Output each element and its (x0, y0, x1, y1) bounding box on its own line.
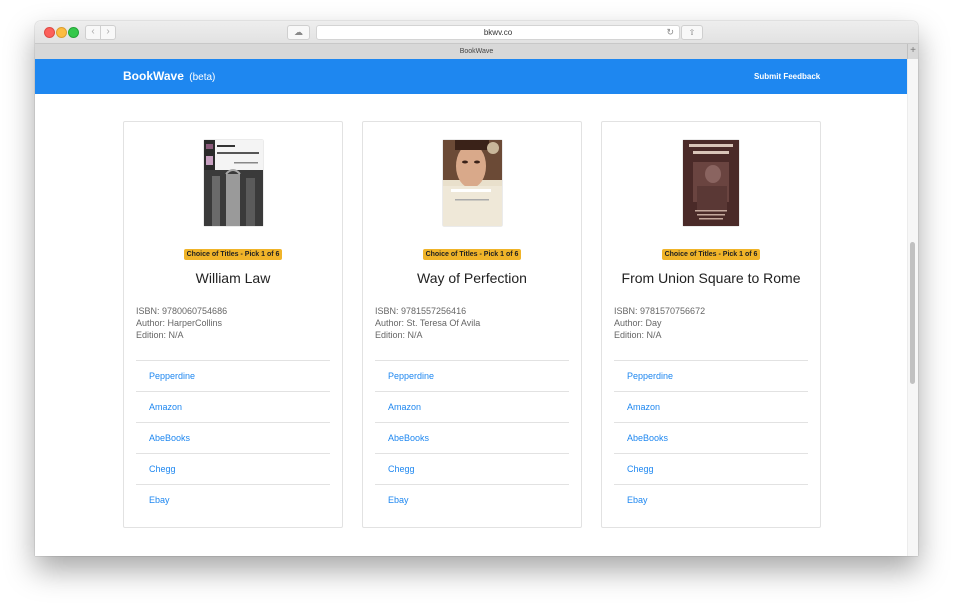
address-bar[interactable]: bkwv.co ↻ (316, 25, 680, 40)
app-header: BookWave (beta) Submit Feedback (35, 59, 908, 94)
tab-title[interactable]: BookWave (460, 48, 494, 55)
main-content: Choice of Titles - Pick 1 of 6 William L… (35, 94, 908, 556)
link-abebooks[interactable]: AbeBooks (136, 422, 330, 453)
status-badge: Choice of Titles - Pick 1 of 6 (124, 243, 342, 261)
plus-icon: + (910, 45, 916, 56)
book-edition: Edition: N/A (375, 330, 423, 340)
book-isbn: ISBN: 9780060754686 (136, 306, 228, 316)
brand-suffix: (beta) (189, 72, 216, 83)
link-ebay[interactable]: Ebay (136, 484, 330, 515)
book-cover-image (443, 140, 502, 226)
book-cover-image (683, 140, 739, 226)
book-details: ISBN: 9781570756672 Author: Day Edition:… (614, 305, 808, 341)
minimize-window-button[interactable] (56, 27, 67, 38)
url-text: bkwv.co (483, 28, 513, 37)
tab-bar: BookWave + (35, 43, 918, 60)
cloud-icon: ☁ (294, 27, 303, 37)
browser-window: ‹ › ☁ bkwv.co ↻ ⇧ BookWave + BookWave (b… (35, 21, 918, 556)
book-author: Author: HarperCollins (136, 318, 223, 328)
page-scrollbar[interactable] (907, 59, 918, 556)
submit-feedback-link[interactable]: Submit Feedback (754, 72, 820, 81)
book-isbn: ISBN: 9781570756672 (614, 306, 706, 316)
brand-name: BookWave (123, 69, 184, 83)
link-abebooks[interactable]: AbeBooks (375, 422, 569, 453)
book-details: ISBN: 9780060754686 Author: HarperCollin… (136, 305, 330, 341)
book-edition: Edition: N/A (614, 330, 662, 340)
link-chegg[interactable]: Chegg (375, 453, 569, 484)
book-details: ISBN: 9781557256416 Author: St. Teresa O… (375, 305, 569, 341)
vendor-links: Pepperdine Amazon AbeBooks Chegg Ebay (136, 360, 330, 515)
book-edition: Edition: N/A (136, 330, 184, 340)
book-isbn: ISBN: 9781557256416 (375, 306, 467, 316)
new-tab-button[interactable]: + (907, 44, 918, 59)
browser-toolbar: ‹ › ☁ bkwv.co ↻ ⇧ (35, 21, 918, 43)
vendor-links: Pepperdine Amazon AbeBooks Chegg Ebay (375, 360, 569, 515)
status-badge: Choice of Titles - Pick 1 of 6 (363, 243, 581, 261)
reload-icon[interactable]: ↻ (666, 26, 674, 39)
link-ebay[interactable]: Ebay (614, 484, 808, 515)
link-amazon[interactable]: Amazon (136, 391, 330, 422)
close-window-button[interactable] (44, 27, 55, 38)
link-pepperdine[interactable]: Pepperdine (614, 360, 808, 391)
book-cover-image (204, 140, 263, 226)
chevron-right-icon: › (106, 26, 110, 37)
link-amazon[interactable]: Amazon (375, 391, 569, 422)
back-button[interactable]: ‹ (85, 25, 101, 40)
link-abebooks[interactable]: AbeBooks (614, 422, 808, 453)
zoom-window-button[interactable] (68, 27, 79, 38)
share-icon: ⇧ (688, 28, 696, 37)
link-chegg[interactable]: Chegg (136, 453, 330, 484)
link-pepperdine[interactable]: Pepperdine (375, 360, 569, 391)
chevron-left-icon: ‹ (91, 26, 95, 37)
book-card: Choice of Titles - Pick 1 of 6 From Unio… (601, 121, 821, 528)
book-card: Choice of Titles - Pick 1 of 6 Way of Pe… (362, 121, 582, 528)
vendor-links: Pepperdine Amazon AbeBooks Chegg Ebay (614, 360, 808, 515)
book-card: Choice of Titles - Pick 1 of 6 William L… (123, 121, 343, 528)
share-button[interactable]: ⇧ (681, 25, 703, 40)
book-title: Way of Perfection (417, 270, 527, 286)
link-ebay[interactable]: Ebay (375, 484, 569, 515)
brand-logo[interactable]: BookWave (beta) (123, 69, 215, 83)
status-badge: Choice of Titles - Pick 1 of 6 (602, 243, 820, 261)
book-author: Author: Day (614, 318, 662, 328)
scrollbar-thumb[interactable] (910, 242, 915, 384)
link-chegg[interactable]: Chegg (614, 453, 808, 484)
link-pepperdine[interactable]: Pepperdine (136, 360, 330, 391)
forward-button[interactable]: › (100, 25, 116, 40)
book-title: William Law (195, 270, 271, 286)
book-title: From Union Square to Rome (621, 270, 801, 286)
book-author: Author: St. Teresa Of Avila (375, 318, 481, 328)
link-amazon[interactable]: Amazon (614, 391, 808, 422)
icloud-tabs-button[interactable]: ☁ (287, 25, 310, 40)
